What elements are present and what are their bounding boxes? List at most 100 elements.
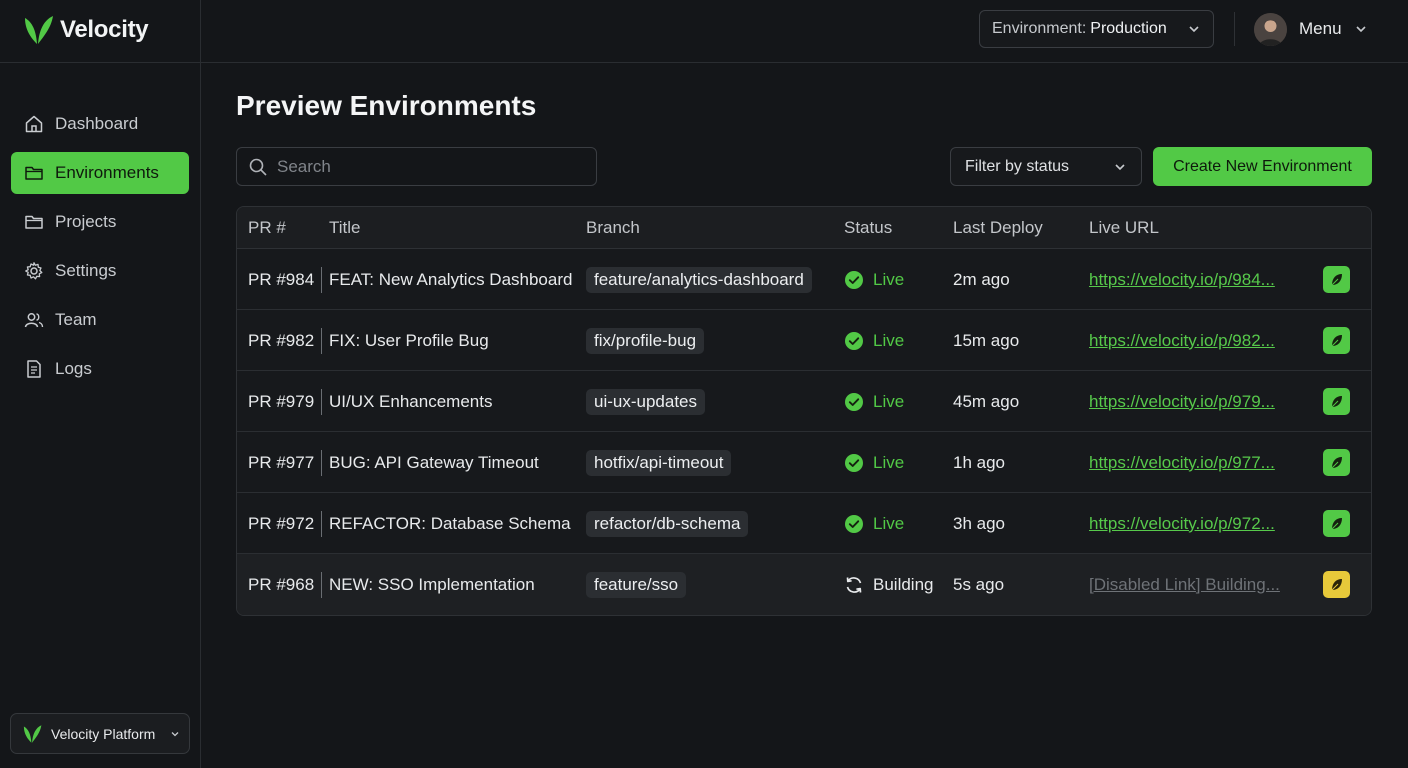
open-preview-button[interactable] [1323,266,1350,293]
status-badge: Live [844,371,904,432]
folder-icon [24,163,44,183]
sidebar-item-logs[interactable]: Logs [11,348,189,390]
sidebar-item-label: Logs [55,359,92,378]
leaf-icon [1329,577,1345,593]
create-environment-button[interactable]: Create New Environment [1153,147,1372,186]
pr-title: BUG: API Gateway Timeout [329,452,539,472]
pr-number: PR #979 [248,391,315,411]
branch-chip: feature/sso [586,571,687,598]
environment-label: Environment: [992,20,1087,37]
open-preview-button[interactable] [1323,510,1350,537]
status-badge: Building [844,554,934,615]
top-bar: Velocity Environment: Production Menu [0,0,1408,63]
status-text: Building [873,574,934,594]
table-row[interactable]: PR #982 FIX: User Profile Bug fix/profil… [237,310,1371,371]
status-text: Live [873,513,905,533]
pr-title: REFACTOR: Database Schema [329,513,571,533]
status-filter-select[interactable]: Filter by status [950,147,1142,186]
last-deploy: 15m ago [953,330,1020,350]
sidebar-item-environments[interactable]: Environments [11,152,189,194]
status-text: Live [873,269,905,289]
search-icon [248,157,268,177]
branch-chip: refactor/db-schema [586,510,749,537]
users-icon [24,310,44,330]
search-input[interactable] [277,156,577,177]
open-preview-button[interactable] [1323,327,1350,354]
user-menu[interactable]: Menu [1254,12,1368,46]
status-text: Live [873,452,905,472]
pr-title: NEW: SSO Implementation [329,574,535,594]
disabled-url-text: [Disabled Link] Building... [1089,574,1280,594]
document-icon [24,359,44,379]
chevron-down-icon [1187,22,1201,36]
pr-number: PR #977 [248,452,315,472]
avatar [1254,12,1287,46]
table-row[interactable]: PR #984 FEAT: New Analytics Dashboard fe… [237,249,1371,310]
column-header-branch[interactable]: Branch [586,218,640,238]
cell-divider [321,328,322,354]
header-divider [1234,12,1235,46]
live-url-link[interactable]: https://velocity.io/p/984... [1089,270,1275,290]
branch-chip: feature/analytics-dashboard [586,266,812,293]
pr-title: FIX: User Profile Bug [329,330,489,350]
sidebar-divider [200,0,201,768]
branch-chip: hotfix/api-timeout [586,449,732,476]
cell-divider [321,267,322,293]
home-icon [24,114,44,134]
column-header-live-url[interactable]: Live URL [1089,218,1159,238]
open-preview-button[interactable] [1323,449,1350,476]
live-url-link[interactable]: https://velocity.io/p/979... [1089,392,1275,412]
menu-label: Menu [1299,19,1342,38]
leaf-icon [1329,394,1345,410]
column-header-title[interactable]: Title [329,218,361,238]
column-header-pr[interactable]: PR # [248,218,286,238]
pr-number: PR #968 [248,574,315,594]
table-row[interactable]: PR #972 REFACTOR: Database Schema refact… [237,493,1371,554]
pr-number: PR #972 [248,513,315,533]
sidebar-item-label: Projects [55,212,117,231]
open-preview-button[interactable] [1323,388,1350,415]
column-header-status[interactable]: Status [844,218,892,238]
leaf-logo-icon [22,724,42,744]
check-circle-icon [844,270,864,290]
table-row[interactable]: PR #968 NEW: SSO Implementation feature/… [237,554,1371,615]
folder-icon [24,212,44,232]
cell-divider [321,389,322,415]
sidebar-nav: Dashboard Environments Projects Settings… [11,103,189,397]
environment-select[interactable]: Environment: Production [979,10,1214,48]
status-text: Live [873,391,905,411]
status-badge: Live [844,432,904,493]
pr-title: FEAT: New Analytics Dashboard [329,269,573,289]
page-title: Preview Environments [236,90,537,121]
check-circle-icon [844,453,864,473]
sidebar-item-dashboard[interactable]: Dashboard [11,103,189,145]
pr-number: PR #984 [248,269,315,289]
refresh-icon [844,575,864,595]
leaf-logo-icon [22,14,54,46]
sidebar-item-settings[interactable]: Settings [11,250,189,292]
sidebar-item-label: Team [55,310,97,329]
cell-divider [321,572,322,598]
live-url-link[interactable]: https://velocity.io/p/982... [1089,331,1275,351]
chevron-down-icon [1113,160,1127,174]
table-row[interactable]: PR #979 UI/UX Enhancements ui-ux-updates… [237,371,1371,432]
brand[interactable]: Velocity [22,12,149,48]
last-deploy: 5s ago [953,574,1005,594]
sidebar-item-label: Dashboard [55,114,139,133]
search-box[interactable] [236,147,597,186]
status-text: Live [873,330,905,350]
environment-value: Production [1090,20,1167,37]
sidebar-item-projects[interactable]: Projects [11,201,189,243]
platform-label: Velocity Platform [51,725,156,742]
leaf-icon [1329,333,1345,349]
sidebar-item-team[interactable]: Team [11,299,189,341]
branch-chip: fix/profile-bug [586,327,705,354]
live-url-link[interactable]: https://velocity.io/p/977... [1089,453,1275,473]
last-deploy: 2m ago [953,269,1010,289]
column-header-last-deploy[interactable]: Last Deploy [953,218,1043,238]
platform-switcher[interactable]: Velocity Platform [10,713,190,754]
table-row[interactable]: PR #977 BUG: API Gateway Timeout hotfix/… [237,432,1371,493]
pr-title: UI/UX Enhancements [329,391,493,411]
live-url-link[interactable]: https://velocity.io/p/972... [1089,514,1275,534]
open-preview-button[interactable] [1323,571,1350,598]
